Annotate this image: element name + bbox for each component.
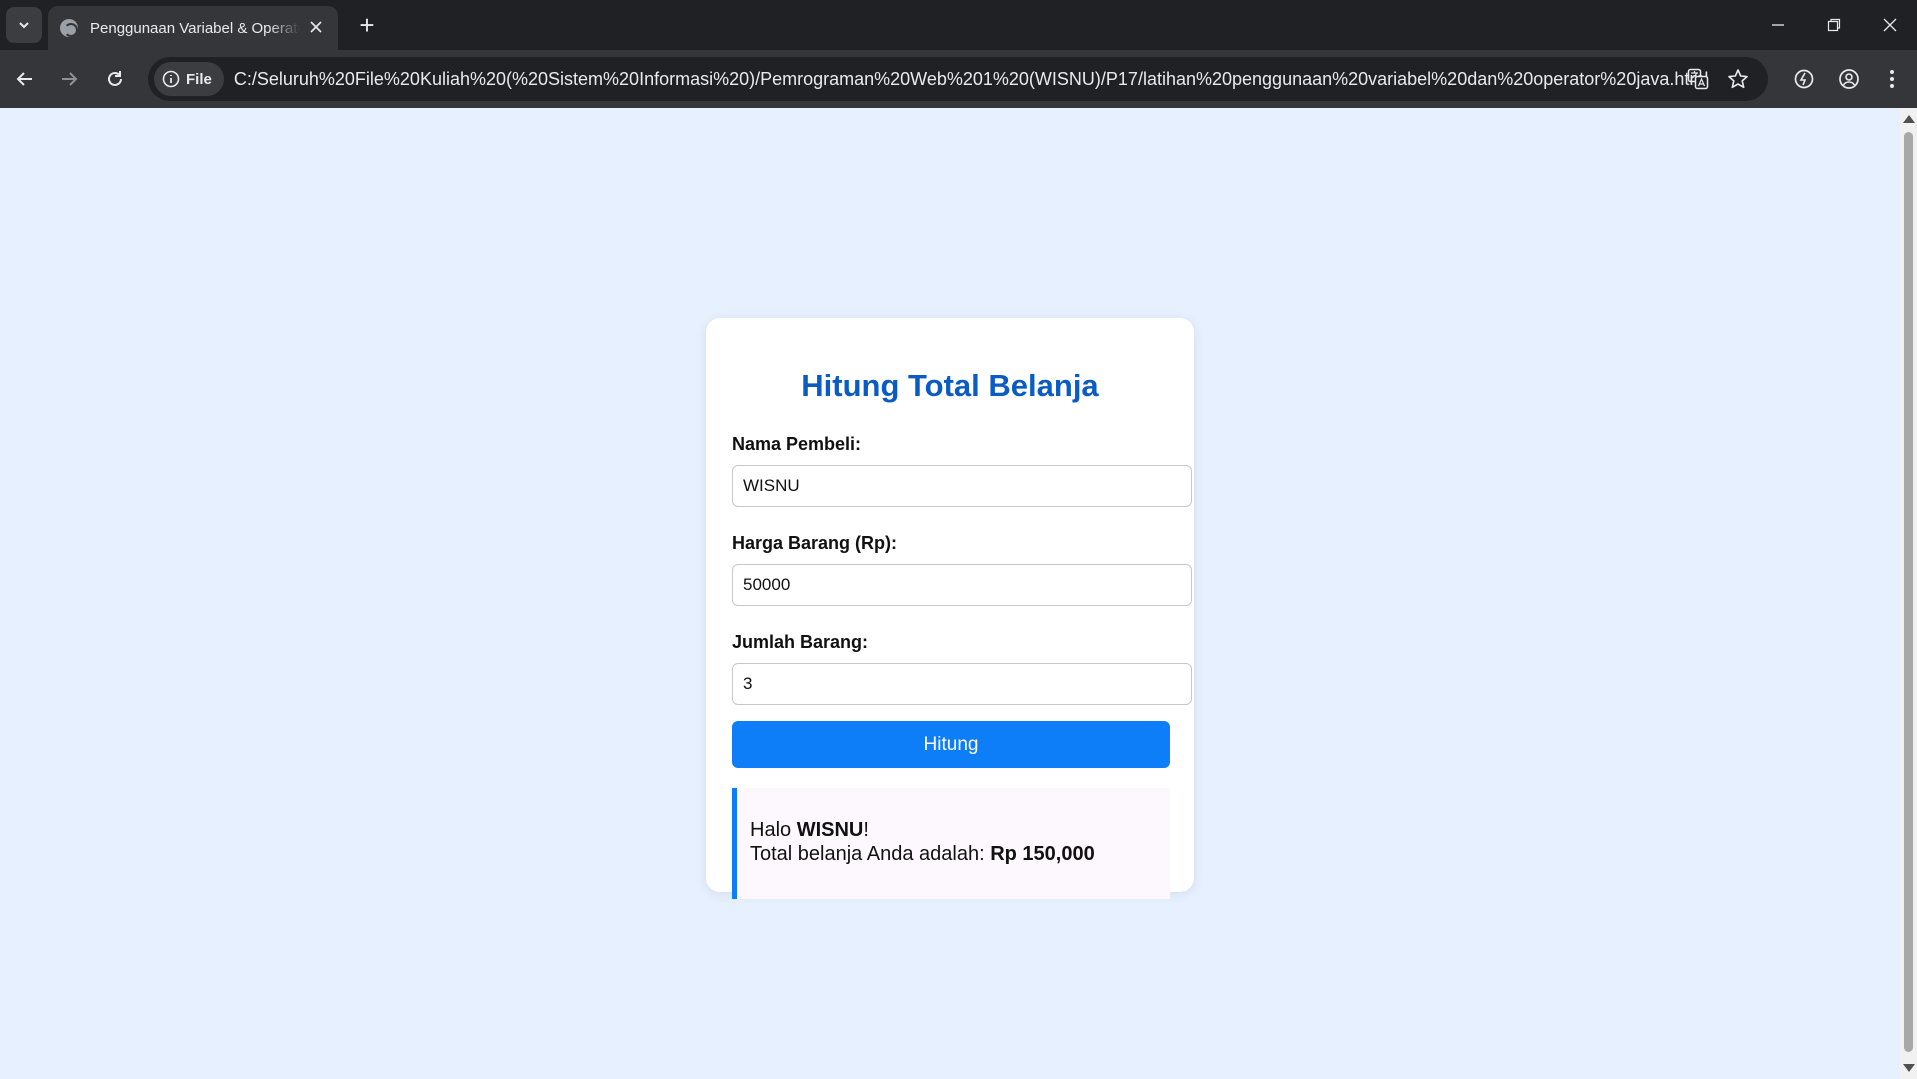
site-chip-label: File — [186, 70, 212, 88]
scroll-up-arrow-icon[interactable] — [1903, 115, 1915, 123]
arrow-left-icon — [16, 72, 32, 86]
minimize-icon — [1772, 24, 1784, 26]
browser-tab[interactable]: Penggunaan Variabel & Operator Java — [48, 6, 338, 50]
back-button[interactable] — [6, 60, 44, 98]
page-title: Hitung Total Belanja — [801, 368, 1099, 403]
result-box: Halo WISNU! Total belanja Anda adalah: R… — [732, 788, 1170, 899]
more-vert-icon — [1890, 70, 1894, 88]
translate-icon — [1687, 68, 1709, 90]
new-tab-button[interactable]: + — [350, 8, 384, 42]
scroll-thumb[interactable] — [1904, 132, 1913, 1052]
forward-button[interactable] — [50, 60, 88, 98]
total-line: Total belanja Anda adalah: Rp 150,000 — [750, 842, 1170, 866]
greeting-suffix: ! — [863, 819, 869, 841]
window-close-button[interactable] — [1862, 0, 1917, 50]
browser-toolbar: File C:/Seluruh%20File%20Kuliah%20(%20Si… — [0, 50, 1917, 108]
minimize-button[interactable] — [1750, 0, 1806, 50]
performance-button[interactable] — [1785, 60, 1823, 98]
restore-icon — [1827, 18, 1841, 32]
translate-button[interactable] — [1682, 63, 1714, 95]
jumlah-label: Jumlah Barang: — [732, 632, 869, 652]
info-icon — [162, 70, 180, 88]
scroll-down-arrow-icon[interactable] — [1903, 1064, 1915, 1072]
restore-button[interactable] — [1806, 0, 1862, 50]
address-bar[interactable]: File C:/Seluruh%20File%20Kuliah%20(%20Si… — [148, 57, 1768, 101]
greeting-line: Halo WISNU! — [750, 818, 1170, 842]
close-icon — [310, 21, 322, 33]
buyer-name: WISNU — [796, 819, 864, 841]
url-text[interactable]: C:/Seluruh%20File%20Kuliah%20(%20Sistem%… — [234, 69, 1714, 90]
star-icon — [1728, 69, 1748, 89]
tab-close-button[interactable] — [306, 18, 326, 38]
vertical-scrollbar[interactable] — [1900, 108, 1917, 1079]
arrow-right-icon — [62, 72, 78, 86]
jumlah-input[interactable]: 3 — [732, 663, 1192, 705]
chevron-down-icon — [19, 22, 29, 29]
globe-icon — [60, 19, 78, 37]
tab-bar: Penggunaan Variabel & Operator Java + — [0, 0, 1917, 50]
nama-label: Nama Pembeli: — [732, 434, 862, 454]
total-value: Rp 150,000 — [990, 843, 1095, 865]
profile-button[interactable] — [1830, 60, 1868, 98]
hitung-button[interactable]: Hitung — [732, 721, 1170, 768]
greeting-prefix: Halo — [750, 819, 797, 841]
account-icon — [1839, 69, 1859, 89]
menu-button[interactable] — [1873, 60, 1911, 98]
site-info-chip[interactable]: File — [154, 62, 224, 96]
reload-button[interactable] — [96, 60, 134, 98]
bookmark-button[interactable] — [1722, 63, 1754, 95]
total-prefix: Total belanja Anda adalah: — [750, 843, 991, 865]
tab-title: Penggunaan Variabel & Operator Java — [90, 19, 300, 37]
close-icon — [1883, 18, 1897, 32]
nama-input[interactable]: WISNU — [732, 465, 1192, 507]
harga-input[interactable]: 50000 — [732, 564, 1192, 606]
reload-icon — [108, 71, 122, 86]
page-viewport: Hitung Total Belanja Nama Pembeli: WISNU… — [0, 108, 1900, 1079]
speed-icon — [1794, 69, 1814, 89]
harga-label: Harga Barang (Rp): — [732, 533, 898, 553]
form-card: Hitung Total Belanja Nama Pembeli: WISNU… — [706, 318, 1194, 899]
tab-search-button[interactable] — [6, 7, 42, 43]
